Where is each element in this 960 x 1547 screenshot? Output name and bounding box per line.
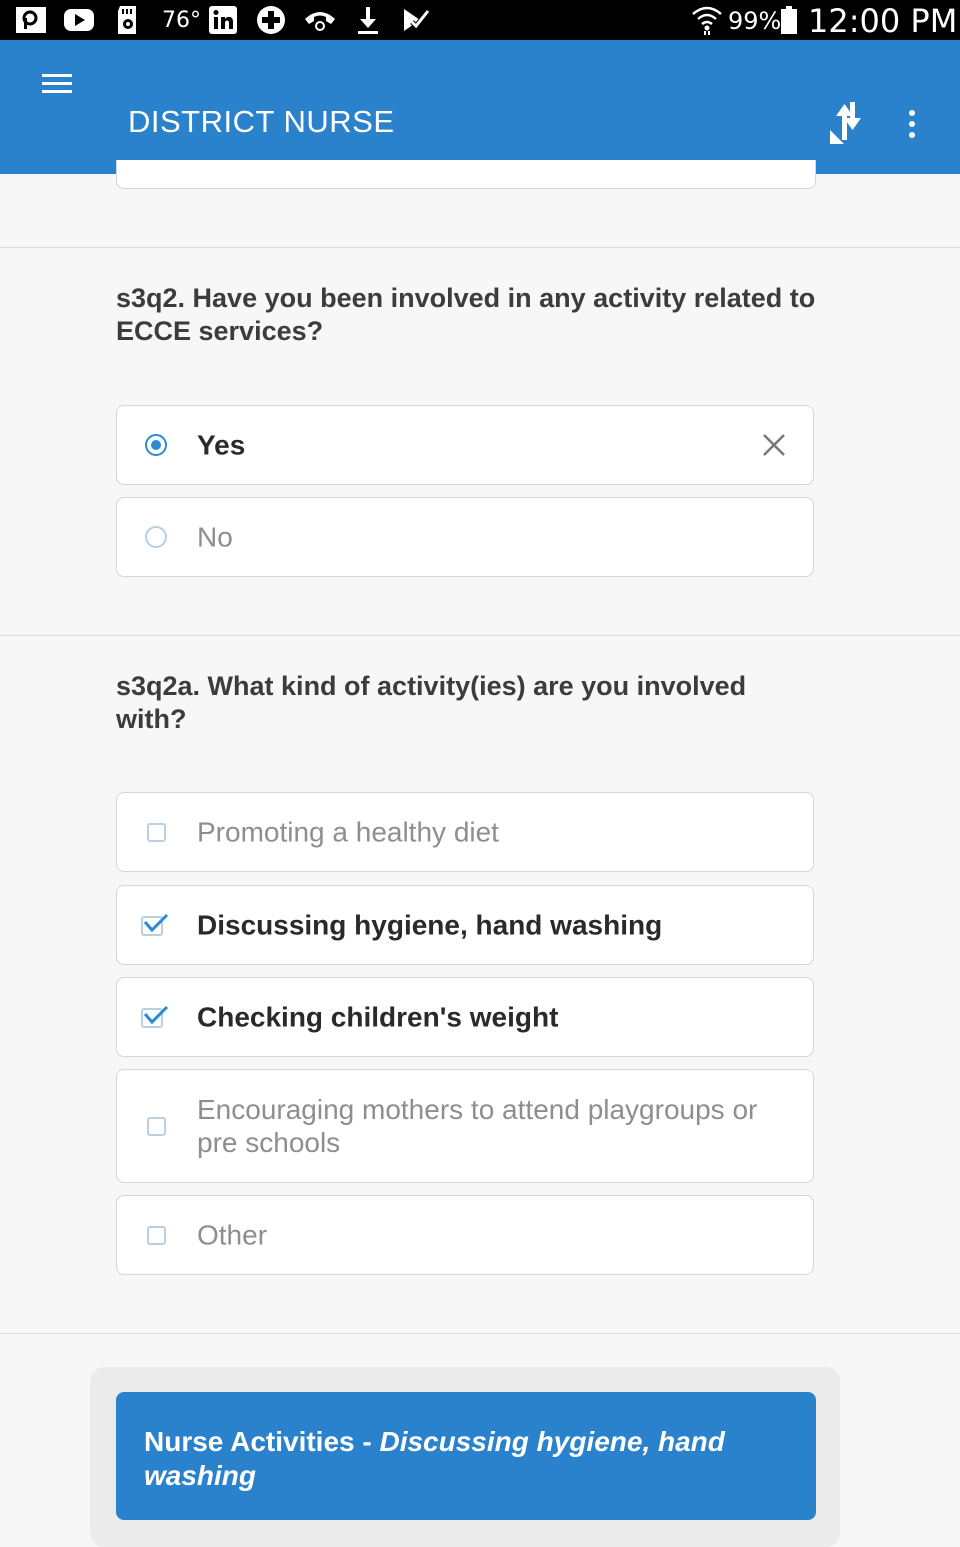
section-divider — [0, 247, 960, 248]
battery-percent-text: 99% — [728, 7, 782, 35]
nurse-activities-link[interactable]: Nurse Activities - Discussing hygiene, h… — [116, 1392, 816, 1520]
download-icon — [354, 6, 382, 34]
option-label: Other — [197, 1219, 268, 1251]
sd-card-icon — [114, 6, 142, 34]
checkbox-unchecked[interactable] — [147, 1117, 166, 1136]
linkedin-icon — [207, 6, 239, 34]
checkbox-checked-icon[interactable] — [139, 911, 171, 939]
option-healthy-diet[interactable]: Promoting a healthy diet — [116, 792, 814, 872]
option-hygiene[interactable]: Discussing hygiene, hand washing — [116, 885, 814, 965]
wifi-icon — [690, 6, 724, 35]
battery-icon — [779, 6, 799, 34]
clock-text: 12:00 PM — [808, 2, 958, 40]
option-label: Checking children's weight — [197, 1001, 559, 1033]
more-vertical-icon[interactable] — [900, 106, 924, 142]
close-icon[interactable] — [761, 432, 787, 458]
previous-field — [116, 160, 816, 189]
option-label: No — [197, 521, 233, 553]
menu-icon[interactable] — [40, 74, 76, 98]
voicemail-icon — [302, 6, 338, 34]
checkbox-checked-icon[interactable] — [139, 1003, 171, 1031]
option-playgroups[interactable]: Encouraging mothers to attend playgroups… — [116, 1069, 814, 1183]
option-label: Promoting a healthy diet — [197, 816, 499, 848]
checkbox-unchecked[interactable] — [147, 823, 166, 842]
question-s3q2: s3q2. Have you been involved in any acti… — [116, 283, 816, 346]
question-s3q2a: s3q2a. What kind of activity(ies) are yo… — [116, 671, 747, 734]
option-label: Yes — [197, 429, 246, 461]
section-divider — [0, 1333, 960, 1334]
option-label: Discussing hygiene, hand washing — [197, 909, 663, 941]
plus-circle-icon — [255, 6, 287, 34]
youtube-icon — [62, 6, 96, 34]
option-yes[interactable]: Yes — [116, 405, 814, 485]
sync-icon[interactable] — [826, 100, 866, 148]
check-flag-icon — [400, 6, 430, 34]
radio-unselected[interactable] — [145, 526, 167, 548]
option-other[interactable]: Other — [116, 1195, 814, 1275]
app-title: DISTRICT NURSE — [128, 104, 395, 139]
pocket-icon — [14, 6, 48, 34]
footer-prefix: Nurse Activities - — [144, 1426, 380, 1457]
section-divider — [0, 635, 960, 636]
radio-selected[interactable] — [145, 434, 167, 456]
status-bar: 76° 99% 12:00 PM — [0, 0, 960, 40]
option-weight[interactable]: Checking children's weight — [116, 977, 814, 1057]
temperature-text: 76° — [162, 8, 201, 33]
checkbox-unchecked[interactable] — [147, 1226, 166, 1245]
option-no[interactable]: No — [116, 497, 814, 577]
option-label: Encouraging mothers to attend playgroups… — [197, 1094, 758, 1158]
